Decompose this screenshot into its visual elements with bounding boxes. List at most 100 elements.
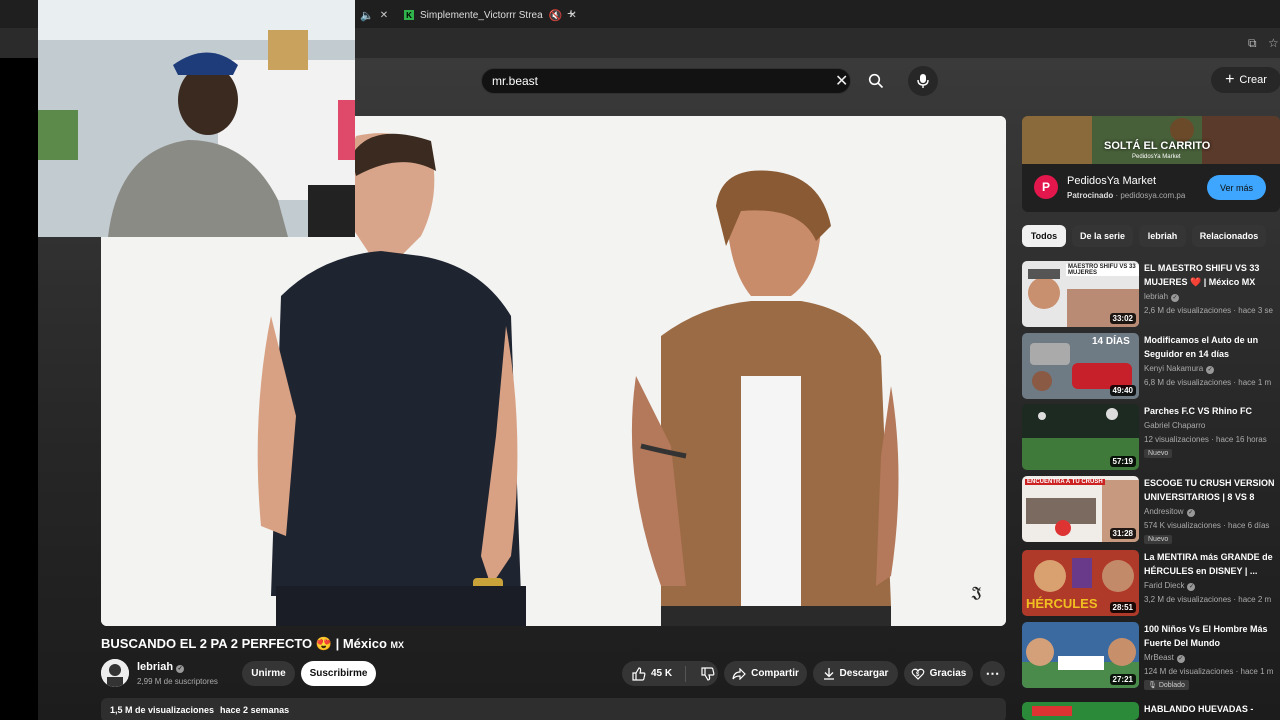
channel-name[interactable]: lebriah ✓ bbox=[137, 661, 185, 673]
chip-de-la-serie[interactable]: De la serie bbox=[1072, 225, 1133, 247]
title-line-1: HABLANDO HUEVADAS - bbox=[1144, 704, 1254, 714]
avatar-image bbox=[101, 659, 129, 687]
recommendation-title[interactable]: EL MAESTRO SHIFU VS 33 MUJERES ❤️ | Méxic… bbox=[1144, 261, 1280, 289]
channel-text: MrBeast bbox=[1144, 653, 1174, 662]
recommendation-channel[interactable]: Farid Dieck ✓ bbox=[1144, 581, 1196, 591]
recommendation-item[interactable]: 57:19 Parches F.C VS Rhino FC Gabriel Ch… bbox=[1022, 404, 1280, 470]
title-line-2: MUJERES ❤️ | México MX bbox=[1144, 277, 1256, 287]
download-button[interactable]: Descargar bbox=[813, 661, 898, 686]
voice-search-button[interactable] bbox=[908, 66, 938, 96]
channel-avatar[interactable] bbox=[101, 659, 129, 687]
audio-tab[interactable]: 🔈 ✕ bbox=[360, 4, 388, 26]
channel-text: Farid Dieck bbox=[1144, 581, 1185, 590]
chip-label: De la serie bbox=[1079, 231, 1126, 241]
recommendation-item[interactable]: 14 DÍAS 49:40 Modificamos el Auto de un S… bbox=[1022, 333, 1280, 399]
recommendation-channel[interactable]: Kenyi Nakamura ✓ bbox=[1144, 364, 1215, 374]
search-button[interactable] bbox=[858, 68, 894, 94]
recommendation-item[interactable]: HÉRCULES 28:51 La MENTIRA más GRANDE de H… bbox=[1022, 550, 1280, 616]
thumbs-up-icon bbox=[632, 666, 646, 681]
ad-banner-headline: SOLTÁ EL CARRITO bbox=[1104, 140, 1211, 152]
more-actions-button[interactable]: ⋯ bbox=[980, 661, 1005, 686]
recommendation-title[interactable]: Modificamos el Auto de un Seguidor en 14 … bbox=[1144, 333, 1280, 361]
video-duration: 28:51 bbox=[1109, 602, 1136, 613]
title-line-2: HÉRCULES en DISNEY | ... bbox=[1144, 566, 1258, 576]
video-thumbnail[interactable]: ENCUENTRA A TU CRUSH 31:28 bbox=[1022, 476, 1139, 542]
ad-sponsored-label: Patrocinado · pedidosya.com.pa bbox=[1067, 191, 1185, 200]
new-tab-icon[interactable]: + bbox=[567, 5, 575, 21]
chip-label: Todos bbox=[1030, 231, 1058, 241]
recommendation-channel[interactable]: Gabriel Chaparro bbox=[1144, 421, 1205, 430]
streamer-webcam-overlay bbox=[38, 0, 355, 237]
title-line-1: Modificamos el Auto de un bbox=[1144, 335, 1259, 345]
like-count: 45 K bbox=[651, 668, 673, 679]
recommendation-item[interactable]: ENCUENTRA A TU CRUSH 31:28 ESCOGE TU CRU… bbox=[1022, 476, 1280, 544]
recommendation-item[interactable]: MAESTRO SHIFU VS 33 MUJERES 33:02 EL MAE… bbox=[1022, 261, 1280, 327]
share-label: Compartir bbox=[751, 668, 799, 679]
chip-label: lebriah bbox=[1147, 231, 1178, 241]
webcam-frame bbox=[38, 0, 355, 237]
recommendation-title[interactable]: 100 Niños Vs El Hombre Más Fuerte Del Mun… bbox=[1144, 622, 1280, 650]
ad-advertiser-name: PedidosYa Market bbox=[1067, 175, 1157, 187]
video-thumbnail[interactable] bbox=[1022, 702, 1139, 720]
install-app-icon[interactable]: ⧉ bbox=[1248, 36, 1257, 51]
muted-icon[interactable]: 🔇 bbox=[549, 9, 563, 22]
title-line-1: La MENTIRA más GRANDE de bbox=[1144, 552, 1273, 562]
dislike-button[interactable] bbox=[701, 666, 715, 681]
video-duration: 27:21 bbox=[1109, 674, 1136, 685]
browser-tab[interactable]: K Simplemente_Victorrr Strea 🔇 ✕ bbox=[404, 4, 577, 26]
bookmark-star-icon[interactable]: ☆ bbox=[1268, 36, 1279, 50]
search-icon bbox=[868, 73, 884, 89]
video-thumbnail[interactable]: MAESTRO SHIFU VS 33 MUJERES 33:02 bbox=[1022, 261, 1139, 327]
recommendation-title[interactable]: ESCOGE TU CRUSH VERSION UNIVERSITARIOS | … bbox=[1144, 476, 1280, 504]
thanks-heart-icon: $ bbox=[911, 668, 925, 680]
video-thumbnail[interactable]: 57:19 bbox=[1022, 404, 1139, 470]
like-button[interactable]: 45 K bbox=[632, 666, 673, 681]
ad-cta-button[interactable]: Ver más bbox=[1207, 175, 1266, 200]
share-button[interactable]: Compartir bbox=[724, 661, 807, 686]
chip-lebriah[interactable]: lebriah bbox=[1139, 225, 1186, 247]
recommendation-item[interactable]: 27:21 100 Niños Vs El Hombre Más Fuerte D… bbox=[1022, 622, 1280, 690]
ad-domain: · pedidosya.com.pa bbox=[1115, 191, 1186, 200]
sponsored-ad[interactable]: SOLTÁ EL CARRITO PedidosYa Market P Pedi… bbox=[1022, 116, 1280, 212]
chip-todos[interactable]: Todos bbox=[1022, 225, 1066, 247]
create-label: Crear bbox=[1239, 74, 1267, 86]
recommendation-meta: 2,6 M de visualizaciones · hace 3 se bbox=[1144, 306, 1273, 315]
recommendation-meta: 124 M de visualizaciones · hace 1 m bbox=[1144, 667, 1274, 676]
chip-relacionados[interactable]: Relacionados bbox=[1192, 225, 1266, 247]
thumbnail-text: ENCUENTRA A TU CRUSH bbox=[1025, 479, 1105, 485]
recommendation-channel[interactable]: MrBeast ✓ bbox=[1144, 653, 1185, 663]
close-tab-icon[interactable]: ✕ bbox=[380, 10, 388, 21]
video-title: BUSCANDO EL 2 PA 2 PERFECTO 😍 | México M… bbox=[101, 636, 404, 652]
video-duration: 57:19 bbox=[1109, 456, 1136, 467]
join-button[interactable]: Unirme bbox=[242, 661, 295, 686]
channel-watermark-icon[interactable]: 𝔍 bbox=[972, 584, 992, 608]
subscribe-button[interactable]: Suscribirme bbox=[301, 661, 376, 686]
recommendation-title[interactable]: Parches F.C VS Rhino FC bbox=[1144, 404, 1280, 418]
description-box[interactable]: 1,5 M de visualizaciones hace 2 semanas bbox=[101, 698, 1006, 720]
recommendation-channel[interactable]: Andresitow ✓ bbox=[1144, 507, 1195, 517]
channel-text: Andresitow bbox=[1144, 507, 1184, 516]
video-thumbnail[interactable]: 27:21 bbox=[1022, 622, 1139, 688]
recommendation-title[interactable]: HABLANDO HUEVADAS - bbox=[1144, 702, 1280, 716]
video-thumbnail[interactable]: HÉRCULES 28:51 bbox=[1022, 550, 1139, 616]
thanks-button[interactable]: $ Gracias bbox=[904, 661, 973, 686]
view-count: 1,5 M de visualizaciones bbox=[110, 705, 215, 715]
recommendation-title[interactable]: La MENTIRA más GRANDE de HÉRCULES en DISN… bbox=[1144, 550, 1280, 578]
download-icon bbox=[823, 668, 834, 680]
create-button[interactable]: + Crear bbox=[1211, 67, 1280, 93]
search-input[interactable]: mr.beast bbox=[481, 68, 851, 94]
recommendation-channel[interactable]: lebriah ✓ bbox=[1144, 292, 1180, 302]
like-dislike-group: 45 K bbox=[622, 661, 718, 686]
recommendation-meta: 6,8 M de visualizaciones · hace 1 m bbox=[1144, 378, 1272, 387]
dubbed-badge: 🎙 Doblado bbox=[1144, 680, 1189, 690]
new-badge: Nuevo bbox=[1144, 535, 1173, 544]
thanks-label: Gracias bbox=[929, 668, 967, 679]
recommendation-item[interactable]: HABLANDO HUEVADAS - bbox=[1022, 702, 1280, 720]
verified-icon: ✓ bbox=[1171, 294, 1180, 302]
video-thumbnail[interactable]: 14 DÍAS 49:40 bbox=[1022, 333, 1139, 399]
thumbnail-text: MAESTRO SHIFU VS 33 MUJERES bbox=[1066, 264, 1139, 276]
ad-sponsored-text: Patrocinado bbox=[1067, 191, 1114, 200]
kick-favicon-icon: K bbox=[404, 10, 414, 20]
clear-search-icon[interactable]: ✕ bbox=[835, 71, 848, 91]
search-input-value: mr.beast bbox=[492, 74, 539, 88]
